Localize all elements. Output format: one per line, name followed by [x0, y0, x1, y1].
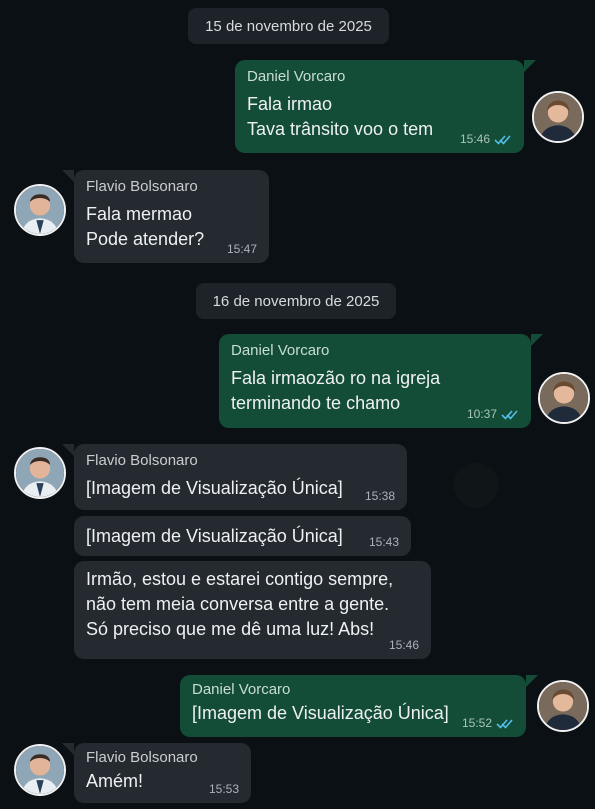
message-meta: 15:52: [462, 716, 514, 730]
avatar-image: [16, 746, 64, 794]
message-bubble-incoming[interactable]: Flavio Bolsonaro Amém! 15:53: [74, 743, 251, 803]
message-meta: 15:46: [460, 132, 512, 146]
message-text: Irmão, estou e estarei contigo sempre, n…: [86, 567, 419, 642]
message-bubble-outgoing[interactable]: Daniel Vorcaro [Imagem de Visualização Ú…: [180, 675, 526, 737]
date-label: 15 de novembro de 2025: [205, 17, 372, 35]
avatar-daniel[interactable]: [538, 372, 590, 424]
message-meta: 10:37: [467, 407, 519, 421]
avatar-image: [16, 449, 64, 497]
message-time: 15:46: [459, 132, 490, 146]
date-separator: 15 de novembro de 2025: [188, 8, 389, 44]
bubble-tail: [524, 60, 536, 72]
avatar-image: [539, 682, 587, 730]
message-time: 15:43: [368, 535, 399, 549]
avatar-daniel[interactable]: [532, 91, 584, 143]
date-label: 16 de novembro de 2025: [212, 292, 380, 310]
message-text: [Imagem de Visualização Única]: [86, 476, 395, 501]
sender-name: Flavio Bolsonaro: [86, 452, 198, 469]
message-time: 15:46: [388, 638, 419, 652]
message-line: Fala irmao: [247, 94, 333, 114]
message-time: 15:47: [226, 242, 257, 256]
message-line: não tem meia conversa entre a gente.: [86, 594, 390, 614]
message-time: 10:37: [466, 407, 497, 421]
bubble-tail: [62, 170, 74, 182]
double-check-icon: [494, 134, 511, 145]
bubble-tail: [531, 334, 543, 346]
avatar-daniel[interactable]: [537, 680, 589, 732]
sender-name: Daniel Vorcaro: [192, 681, 291, 698]
avatar-image: [540, 374, 588, 422]
message-meta: 15:43: [369, 535, 399, 549]
message-line: Só preciso que me dê uma luz! Abs!: [86, 619, 375, 639]
date-separator: 16 de novembro de 2025: [196, 283, 396, 319]
message-meta: 15:53: [209, 782, 239, 796]
avatar-flavio[interactable]: [14, 744, 66, 796]
message-bubble-incoming[interactable]: [Imagem de Visualização Única] 15:43: [74, 516, 411, 556]
bubble-tail: [526, 675, 538, 687]
message-bubble-incoming[interactable]: Flavio Bolsonaro [Imagem de Visualização…: [74, 444, 407, 510]
avatar-flavio[interactable]: [14, 447, 66, 499]
avatar-image: [16, 186, 64, 234]
message-bubble-outgoing[interactable]: Daniel Vorcaro Fala irmao Tava trânsito …: [235, 60, 524, 153]
view-once-image-label[interactable]: [Imagem de Visualização Única]: [86, 476, 395, 501]
double-check-icon: [496, 718, 513, 729]
avatar-flavio[interactable]: [14, 184, 66, 236]
view-once-image-label[interactable]: [Imagem de Visualização Única]: [86, 524, 399, 549]
avatar-image: [534, 93, 582, 141]
message-meta: 15:38: [365, 489, 395, 503]
message-time: 15:53: [208, 782, 239, 796]
message-bubble-outgoing[interactable]: Daniel Vorcaro Fala irmaozão ro na igrej…: [219, 334, 531, 428]
sender-name: Flavio Bolsonaro: [86, 749, 198, 766]
message-text: [Imagem de Visualização Única]: [86, 524, 399, 549]
message-bubble-incoming[interactable]: Irmão, estou e estarei contigo sempre, n…: [74, 561, 431, 659]
message-bubble-incoming[interactable]: Flavio Bolsonaro Fala mermao Pode atende…: [74, 170, 269, 263]
sender-name: Flavio Bolsonaro: [86, 178, 198, 195]
message-line: Fala irmaozão ro na igreja: [231, 368, 441, 388]
bubble-tail: [62, 743, 74, 755]
sender-name: Daniel Vorcaro: [247, 68, 346, 85]
message-meta: 15:47: [227, 242, 257, 256]
bubble-tail: [62, 444, 74, 456]
message-line: Fala mermao: [86, 204, 193, 224]
sender-name: Daniel Vorcaro: [231, 342, 330, 359]
message-meta: 15:46: [389, 638, 419, 652]
double-check-icon: [501, 409, 518, 420]
message-line: Irmão, estou e estarei contigo sempre,: [86, 569, 394, 589]
message-time: 15:52: [461, 716, 492, 730]
message-time: 15:38: [364, 489, 395, 503]
